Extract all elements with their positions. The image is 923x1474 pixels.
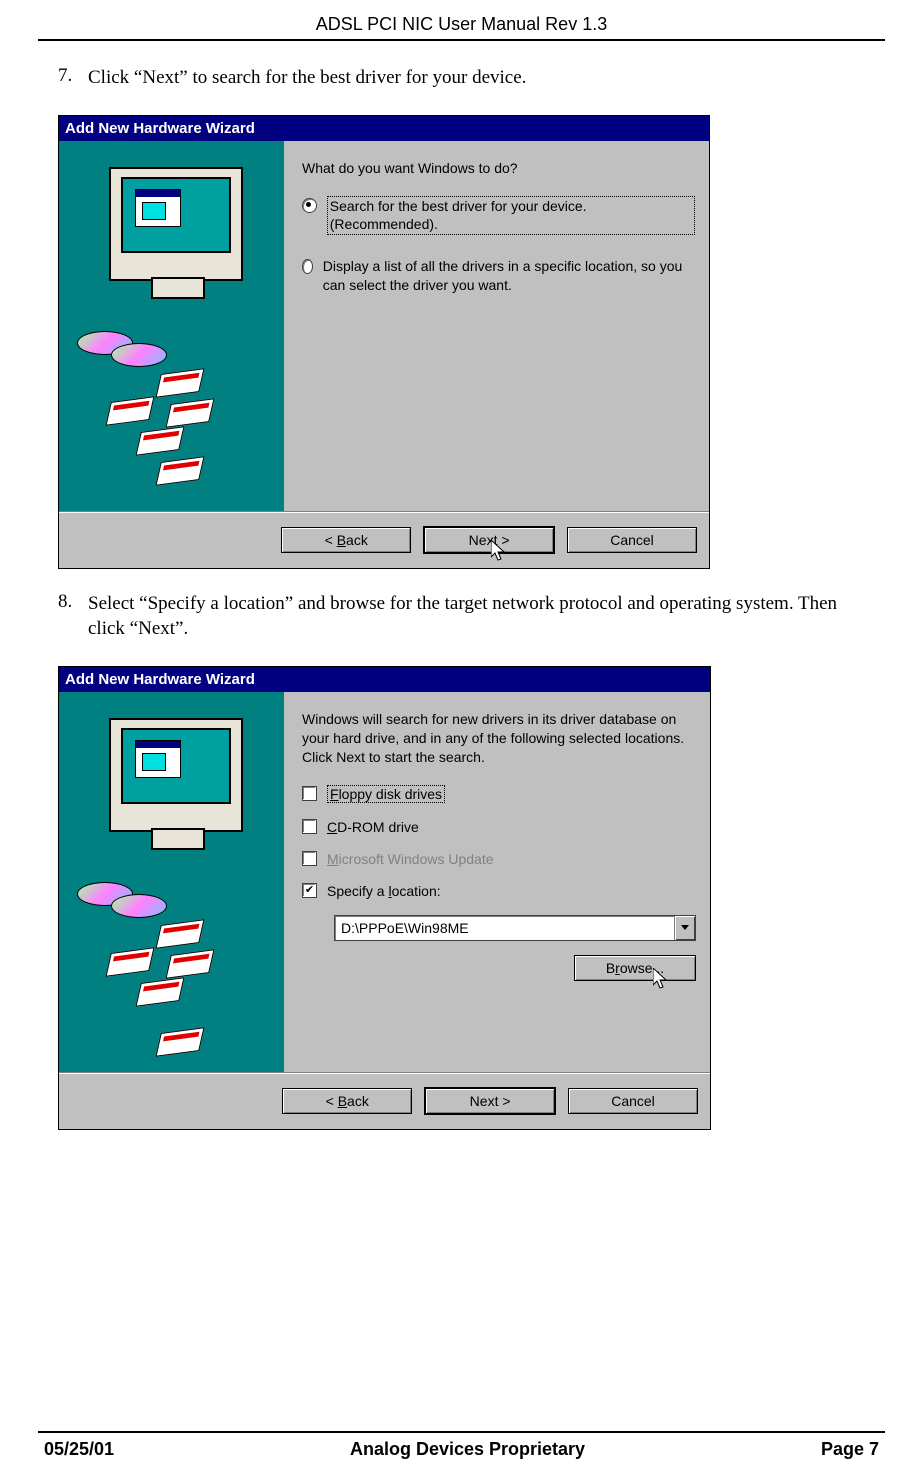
check-specify-location[interactable]: ✔ Specify a location:: [302, 883, 696, 899]
wizard-sidebar-image: [59, 692, 284, 1072]
chevron-down-icon: [681, 925, 689, 930]
combobox-dropdown-button[interactable]: [674, 916, 695, 940]
step-text: Click “Next” to search for the best driv…: [88, 65, 873, 91]
back-button[interactable]: < Back: [281, 527, 411, 553]
dialog-button-bar: < Back Next > Cancel: [59, 1072, 710, 1129]
check-label: Microsoft Windows Update: [327, 851, 494, 867]
radio-option-recommended[interactable]: Search for the best driver for your devi…: [302, 196, 695, 236]
dialog-prompt: What do you want Windows to do?: [302, 159, 695, 178]
location-combobox[interactable]: [334, 915, 696, 941]
dialog-titlebar: Add New Hardware Wizard: [59, 116, 709, 141]
back-button[interactable]: < Back: [282, 1088, 412, 1114]
check-windows-update: Microsoft Windows Update: [302, 851, 696, 867]
checkbox-icon: [302, 786, 317, 801]
checkbox-icon: [302, 819, 317, 834]
wizard-dialog: Add New Hardware Wizard What do you want…: [58, 115, 710, 569]
browse-button[interactable]: Browse...: [574, 955, 696, 981]
mouse-cursor-icon: [653, 968, 671, 992]
footer-proprietary: Analog Devices Proprietary: [350, 1439, 585, 1460]
step-number: 8.: [58, 591, 88, 666]
radio-icon: [302, 259, 313, 274]
dialog-prompt: Windows will search for new drivers in i…: [302, 710, 696, 767]
radio-label: Display a list of all the drivers in a s…: [323, 257, 695, 295]
radio-label: Search for the best driver for your devi…: [327, 196, 695, 236]
next-button-label: Next >: [469, 532, 510, 548]
step-number: 7.: [58, 65, 88, 115]
check-label: Specify a location:: [327, 883, 441, 899]
page-header-title: ADSL PCI NIC User Manual Rev 1.3: [0, 14, 923, 39]
dialog-button-bar: < Back Next > Cancel: [59, 511, 709, 568]
dialog-titlebar: Add New Hardware Wizard: [59, 667, 710, 692]
radio-icon: [302, 198, 317, 213]
check-floppy[interactable]: Floppy disk drives: [302, 785, 696, 803]
next-button[interactable]: Next >: [423, 526, 555, 554]
footer-page-number: Page 7: [821, 1439, 879, 1460]
cancel-button[interactable]: Cancel: [568, 1088, 698, 1114]
footer-date: 05/25/01: [44, 1439, 114, 1460]
cancel-button[interactable]: Cancel: [567, 527, 697, 553]
radio-option-display-list[interactable]: Display a list of all the drivers in a s…: [302, 257, 695, 295]
checkbox-icon: [302, 851, 317, 866]
check-label: Floppy disk drives: [327, 785, 445, 803]
location-input[interactable]: [335, 916, 674, 940]
wizard-sidebar-image: [59, 141, 284, 511]
step-text: Select “Specify a location” and browse f…: [88, 591, 873, 642]
check-cdrom[interactable]: CD-ROM drive: [302, 819, 696, 835]
wizard-dialog: Add New Hardware Wizard Windows will sea…: [58, 666, 711, 1130]
checkbox-icon: ✔: [302, 883, 317, 898]
check-label: CD-ROM drive: [327, 819, 419, 835]
next-button[interactable]: Next >: [424, 1087, 556, 1115]
